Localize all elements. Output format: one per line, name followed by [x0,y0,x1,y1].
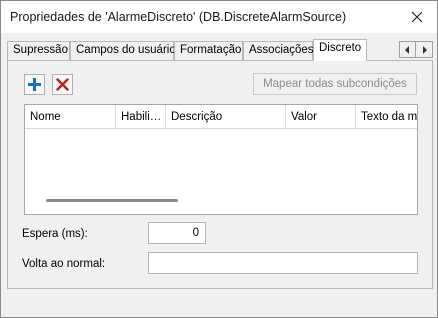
column-header-descricao[interactable]: Descrição [166,105,286,128]
return-to-normal-input[interactable] [148,252,418,274]
discreto-tab-panel: Mapear todas subcondições Nome Habili… D… [7,60,433,289]
tab-formatacao[interactable]: Formatação [174,41,243,60]
tab-strip: Supressão Campos do usuário Formatação A… [7,39,433,61]
properties-dialog: Propriedades de 'AlarmeDiscreto' (DB.Dis… [0,0,438,318]
subconditions-grid[interactable]: Nome Habili… Descrição Valor Texto da m [24,104,418,215]
horizontal-scrollbar-thumb[interactable] [46,199,178,202]
tab-label: Discreto [319,42,362,54]
chevron-right-icon [422,45,427,54]
close-button[interactable] [397,1,437,33]
delete-button[interactable] [52,74,73,95]
delay-input[interactable]: 0 [148,222,206,244]
column-header-habilitado[interactable]: Habili… [116,105,166,128]
tab-label: Associações [249,44,314,56]
tab-campos-do-usuario[interactable]: Campos do usuário [70,41,176,60]
tab-scroll-left-button[interactable] [399,41,416,58]
title-bar: Propriedades de 'AlarmeDiscreto' (DB.Dis… [1,1,437,33]
tab-supressao[interactable]: Supressão [7,41,70,60]
chevron-left-icon [405,45,409,54]
add-button[interactable] [24,74,45,95]
x-icon [56,78,69,91]
tab-scroll-arrows [399,41,433,58]
plus-icon [28,78,41,91]
return-to-normal-label: Volta ao normal: [22,258,106,270]
tab-scroll-right-button[interactable] [416,41,433,58]
window-title: Propriedades de 'AlarmeDiscreto' (DB.Dis… [10,10,347,24]
tab-label: Supressão [13,44,68,56]
delay-label: Espera (ms): [22,228,88,240]
tab-label: Campos do usuário [76,44,176,56]
tab-associacoes[interactable]: Associações [243,41,314,60]
column-header-valor[interactable]: Valor [286,105,356,128]
tab-discreto[interactable]: Discreto [313,39,367,61]
grid-header: Nome Habili… Descrição Valor Texto da m [25,105,417,129]
column-header-texto-da-mensagem[interactable]: Texto da m [356,105,417,128]
close-icon [411,11,423,23]
column-header-nome[interactable]: Nome [25,105,116,128]
map-all-subconditions-button[interactable]: Mapear todas subcondições [253,73,417,95]
tab-label: Formatação [180,44,242,56]
